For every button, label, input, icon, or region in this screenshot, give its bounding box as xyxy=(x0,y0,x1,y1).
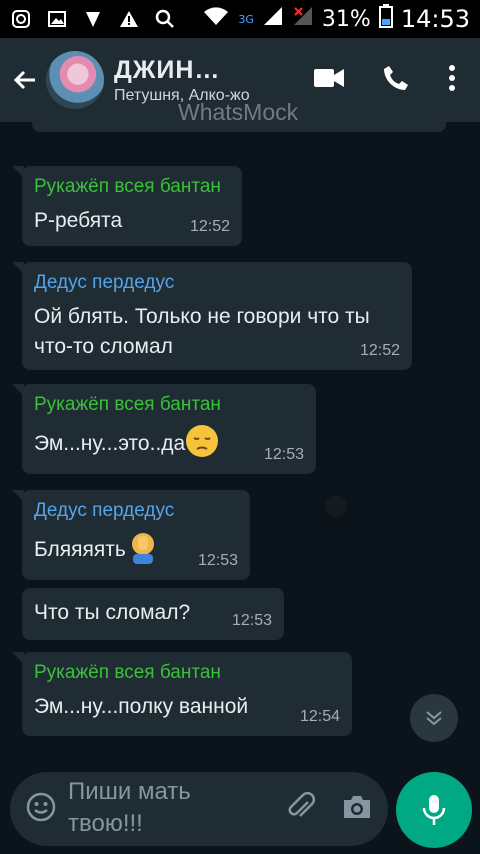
kebab-menu-icon xyxy=(449,64,455,91)
instagram-icon xyxy=(10,8,32,30)
wifi-icon xyxy=(202,5,230,33)
sender-name: Рукажёп всея бантан xyxy=(34,394,221,415)
composer xyxy=(10,772,388,846)
arrow-left-icon xyxy=(13,70,35,90)
battery-label: 31% xyxy=(321,6,371,32)
message-text: Бляяяять xyxy=(34,538,126,561)
network-label: 3G xyxy=(238,12,254,26)
message-bubble[interactable]: Дедус пердедус Ой блять. Только не говор… xyxy=(12,262,412,370)
pensive-face-icon xyxy=(185,424,219,467)
sender-name: Рукажёп всея бантан xyxy=(34,662,221,683)
paperclip-icon xyxy=(288,791,316,817)
double-chevron-down-icon xyxy=(426,711,442,726)
sender-name: Рукажёп всея бантан xyxy=(34,176,221,197)
message-bubble[interactable]: Рукажёп всея бантан Эм...ну...это..да 12… xyxy=(12,384,316,474)
signal-icon xyxy=(262,5,284,33)
attach-button[interactable] xyxy=(288,791,316,827)
clock: 14:53 xyxy=(400,5,470,33)
chat-title: ДЖИН… xyxy=(114,55,221,84)
microphone-icon xyxy=(422,795,446,825)
smiley-icon xyxy=(26,792,56,821)
chat-info[interactable]: ДЖИН… Петушня, Алко-жо xyxy=(114,56,254,105)
camera-button[interactable] xyxy=(342,794,372,825)
previous-message-fragment xyxy=(32,122,446,132)
message-time: 12:52 xyxy=(189,218,230,235)
avatar[interactable] xyxy=(46,51,104,109)
emoji-button[interactable] xyxy=(26,792,56,827)
status-bar: 3G 31% 14:53 xyxy=(0,0,480,38)
scroll-to-bottom-button[interactable] xyxy=(410,694,458,742)
more-options-button[interactable] xyxy=(448,64,456,97)
video-camera-icon xyxy=(314,68,344,87)
vk-shield-icon xyxy=(82,8,104,30)
message-text: Ой блять. Только не говори что ты что-то… xyxy=(34,305,370,358)
camera-icon xyxy=(344,795,370,818)
warning-icon xyxy=(118,8,140,30)
voice-call-button[interactable] xyxy=(382,64,410,97)
message-bubble[interactable]: Рукажёп всея бантан Р-ребята 12:52 xyxy=(12,166,242,246)
signal-off-icon xyxy=(292,5,314,33)
facepalm-icon xyxy=(126,530,160,573)
message-time: 12:52 xyxy=(359,342,400,359)
message-text: Эм...ну...это..да xyxy=(34,432,186,455)
video-call-button[interactable] xyxy=(314,67,344,94)
message-time: 12:53 xyxy=(263,446,304,463)
battery-icon xyxy=(378,4,393,34)
phone-icon xyxy=(384,65,408,90)
message-input[interactable] xyxy=(68,776,268,842)
gallery-icon xyxy=(46,8,68,30)
message-bubble[interactable]: Рукажёп всея бантан Эм...ну...полку ванн… xyxy=(12,652,352,736)
message-text: Эм...ну...полку ванной xyxy=(34,695,249,718)
message-list[interactable]: Рукажёп всея бантан Р-ребята 12:52 Дедус… xyxy=(0,122,480,762)
message-time: 12:53 xyxy=(197,552,238,569)
sender-name: Дедус пердедус xyxy=(34,272,175,293)
message-bubble[interactable]: Что ты сломал? 12:53 xyxy=(22,588,284,640)
back-button[interactable] xyxy=(8,63,42,97)
message-time: 12:54 xyxy=(299,708,340,725)
message-bubble[interactable]: Дедус пердедус Бляяяять 12:53 xyxy=(12,490,250,580)
message-time: 12:53 xyxy=(231,612,272,629)
search-icon xyxy=(154,8,176,30)
sender-name: Дедус пердедус xyxy=(34,500,175,521)
voice-message-button[interactable] xyxy=(396,772,472,848)
